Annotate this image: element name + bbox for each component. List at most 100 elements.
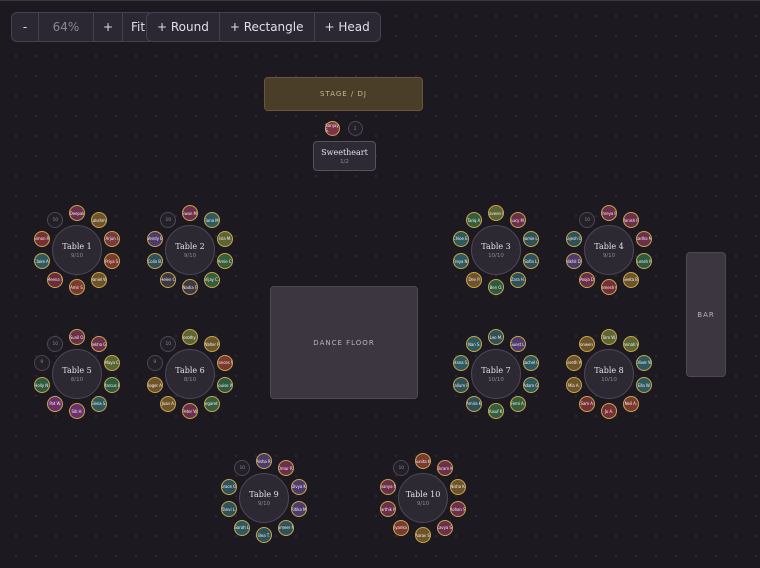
guest-seat[interactable]: Ben O. bbox=[488, 279, 504, 295]
guest-seat[interactable]: Marcus B. bbox=[104, 377, 121, 394]
guest-seat[interactable]: Sunita K. bbox=[415, 453, 431, 469]
guest-seat[interactable]: Claire A. bbox=[33, 253, 50, 270]
guest-seat[interactable]: Divya K. bbox=[291, 478, 308, 495]
guest-seat[interactable]: Nadia F. bbox=[182, 279, 198, 295]
guest-seat[interactable]: Rohan S. bbox=[450, 501, 467, 518]
guest-seat[interactable]: Shreya R. bbox=[601, 205, 617, 221]
guest-seat[interactable]: Colin B. bbox=[146, 253, 163, 270]
guest-seat[interactable]: Mia A. bbox=[565, 377, 582, 394]
guest-seat[interactable]: Grace O. bbox=[220, 478, 237, 495]
guest-seat[interactable]: Maya C. bbox=[104, 354, 121, 371]
guest-seat[interactable]: Fiona M. bbox=[203, 212, 220, 229]
add-rectangle-button[interactable]: + Rectangle bbox=[220, 13, 315, 41]
guest-seat[interactable]: Amira K. bbox=[466, 395, 483, 412]
guest-seat[interactable]: Kavya S. bbox=[436, 519, 453, 536]
guest-seat[interactable]: Tom W. bbox=[601, 329, 617, 345]
guest-seat[interactable]: Aisha R. bbox=[256, 453, 272, 469]
guest-seat[interactable]: Jo A. bbox=[601, 403, 617, 419]
guest-seat[interactable]: Joan A. bbox=[160, 395, 177, 412]
guest-seat[interactable]: Sam A. bbox=[579, 395, 596, 412]
empty-seat[interactable]: 10 bbox=[47, 212, 64, 229]
guest-seat[interactable]: Aarav S. bbox=[415, 527, 431, 543]
guest-seat[interactable]: Pooja D. bbox=[579, 271, 596, 288]
guest-seat[interactable]: Sunil O. bbox=[69, 329, 85, 345]
guest-seat[interactable]: Arnie C. bbox=[217, 253, 234, 270]
empty-seat[interactable]: 10 bbox=[160, 212, 177, 229]
guest-seat[interactable]: Adam G. bbox=[523, 377, 540, 394]
add-round-button[interactable]: + Round bbox=[147, 13, 220, 41]
guest-seat[interactable]: Lakshmi bbox=[90, 212, 107, 229]
guest-seat[interactable]: Chloe E. bbox=[452, 230, 469, 247]
guest-seat[interactable]: Yusuf K. bbox=[488, 403, 504, 419]
guest-seat[interactable]: Sameer M. bbox=[277, 519, 294, 536]
guest-seat[interactable]: Vikram K. bbox=[436, 460, 453, 477]
guest-seat[interactable]: Gareth W. bbox=[565, 354, 582, 371]
empty-seat[interactable]: 9 bbox=[146, 354, 163, 371]
guest-seat[interactable]: Elena S. bbox=[90, 395, 107, 412]
guest-seat[interactable]: Dorothy P. bbox=[182, 329, 198, 345]
guest-seat[interactable]: Priya S. bbox=[104, 253, 121, 270]
guest-seat[interactable]: Daniel W. bbox=[90, 271, 107, 288]
guest-seat[interactable]: Lucy M. bbox=[509, 212, 526, 229]
guest-seat[interactable]: Zara H. bbox=[509, 271, 526, 288]
guest-seat[interactable]: Nan S. bbox=[466, 336, 483, 353]
guest-seat[interactable]: Deepak bbox=[69, 205, 85, 221]
guest-seat[interactable]: Guest L. bbox=[509, 336, 526, 353]
guest-seat[interactable]: Tariq A. bbox=[466, 212, 483, 229]
guest-seat[interactable]: Rajesh G. bbox=[565, 230, 582, 247]
head-table-sweetheart[interactable]: Sweetheart 1/2 bbox=[313, 141, 376, 171]
add-head-button[interactable]: + Head bbox=[315, 13, 380, 41]
guest-seat[interactable]: Isla M. bbox=[217, 230, 234, 247]
guest-seat[interactable]: Siti H. bbox=[69, 403, 85, 419]
guest-seat[interactable]: Ananya N. bbox=[379, 478, 396, 495]
empty-seat[interactable]: 10 bbox=[234, 460, 251, 477]
bar-zone[interactable]: BAR bbox=[686, 252, 726, 377]
guest-seat[interactable]: Karthik N. bbox=[379, 501, 396, 518]
guest-seat[interactable]: Manish R. bbox=[622, 212, 639, 229]
guest-seat[interactable]: Ritika M. bbox=[291, 501, 308, 518]
guest-seat[interactable]: Nikhil D. bbox=[565, 253, 582, 270]
guest-seat[interactable]: Nisha K. bbox=[450, 478, 467, 495]
zoom-in-button[interactable]: + bbox=[94, 13, 123, 41]
guest-seat[interactable]: Neil A. bbox=[622, 395, 639, 412]
guest-seat[interactable]: Ella W. bbox=[636, 377, 653, 394]
guest-seat[interactable]: Jamie L. bbox=[523, 230, 540, 247]
zoom-out-button[interactable]: - bbox=[12, 13, 39, 41]
guest-seat[interactable]: Bea T. bbox=[256, 527, 272, 543]
guest-seat[interactable]: Sofia L. bbox=[523, 253, 540, 270]
dance-floor-zone[interactable]: DANCE FLOOR bbox=[270, 286, 418, 399]
guest-seat[interactable]: Callum R. bbox=[452, 377, 469, 394]
guest-seat[interactable]: Pat W. bbox=[47, 395, 64, 412]
guest-seat[interactable]: Rekha G. bbox=[90, 336, 107, 353]
guest-seat[interactable]: Margaret W. bbox=[203, 395, 220, 412]
empty-seat[interactable]: 10 bbox=[579, 212, 596, 229]
guest-seat[interactable]: Meena T. bbox=[47, 271, 64, 288]
guest-seat[interactable]: Freya N. bbox=[452, 253, 469, 270]
guest-seat[interactable]: Roger A. bbox=[146, 377, 163, 394]
guest-seat[interactable]: Femi A. bbox=[509, 395, 526, 412]
guest-seat[interactable]: Naveen E. bbox=[488, 205, 504, 221]
guest-seat[interactable]: Omar R. bbox=[277, 460, 294, 477]
guest-seat[interactable]: Oliver W. bbox=[636, 354, 653, 371]
guest-seat[interactable]: Geeta B. bbox=[622, 271, 639, 288]
guest-seat[interactable]: Simon R. bbox=[33, 230, 50, 247]
head-table-seat[interactable]: Sanjay S. bbox=[324, 120, 340, 136]
guest-seat[interactable]: Holly N. bbox=[33, 377, 50, 394]
guest-seat[interactable]: Priyanka N. bbox=[393, 519, 410, 536]
guest-seat[interactable]: Ramesh G. bbox=[601, 279, 617, 295]
guest-seat[interactable]: Hannah W. bbox=[622, 336, 639, 353]
guest-seat[interactable]: Amir S. bbox=[69, 279, 85, 295]
guest-seat[interactable]: Sarah L. bbox=[234, 519, 251, 536]
guest-seat[interactable]: Radha M. bbox=[636, 230, 653, 247]
guest-seat[interactable]: Bronwen W. bbox=[579, 336, 596, 353]
guest-seat[interactable]: Walter P. bbox=[203, 336, 220, 353]
guest-seat[interactable]: Suresh M. bbox=[636, 253, 653, 270]
guest-seat[interactable]: Arjun I. bbox=[104, 230, 121, 247]
empty-seat[interactable]: 10 bbox=[160, 336, 177, 353]
empty-seat[interactable]: 10 bbox=[393, 460, 410, 477]
guest-seat[interactable]: Vijay C. bbox=[203, 271, 220, 288]
guest-seat[interactable]: Leo M. bbox=[488, 329, 504, 345]
guest-seat[interactable]: Dev P. bbox=[466, 271, 483, 288]
guest-seat[interactable]: Louise W. bbox=[217, 377, 234, 394]
guest-seat[interactable]: Ewan M. bbox=[182, 205, 198, 221]
